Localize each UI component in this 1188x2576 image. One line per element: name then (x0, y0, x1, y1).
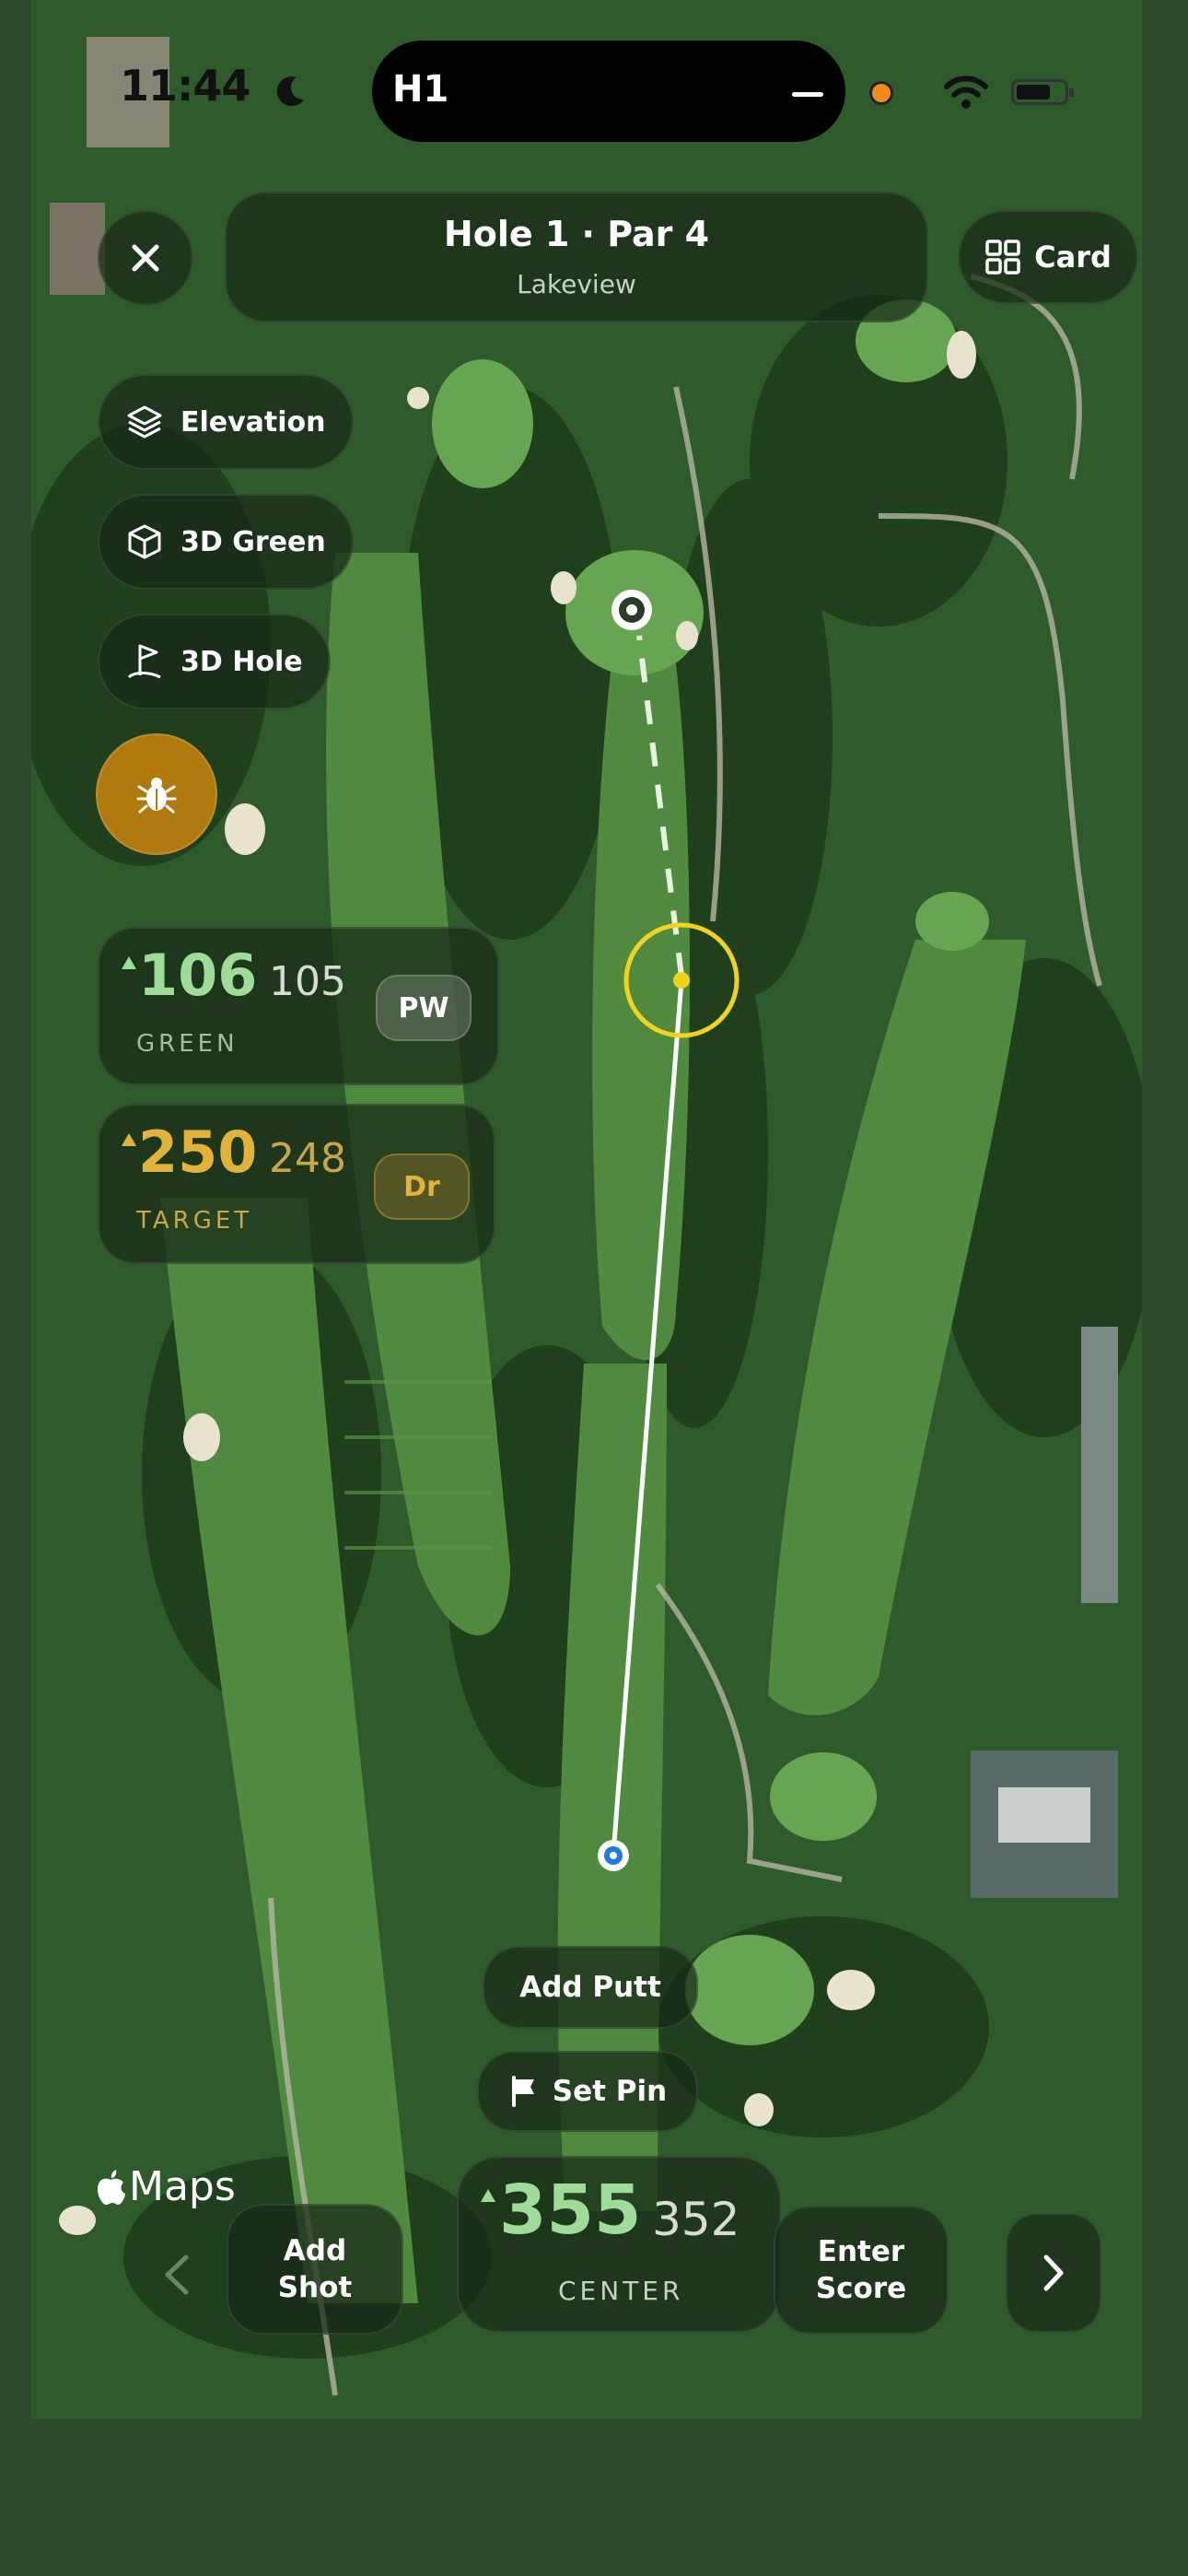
green-distance: 106 (138, 942, 258, 1009)
elevation-up-icon (122, 1133, 136, 1146)
center-label: CENTER (558, 2276, 684, 2306)
flag-outline-icon (127, 644, 161, 679)
island-dash-icon (792, 92, 823, 97)
3d-green-label: 3D Green (181, 525, 326, 558)
center-distance: 355 (499, 2171, 642, 2250)
elevation-button[interactable]: Elevation (98, 374, 354, 470)
next-hole-button[interactable] (1006, 2213, 1101, 2333)
app-screen: 11:44 H1 Hole 1 · Par 4 Lakeview Card El… (31, 0, 1142, 2419)
target-distance: 250 (138, 1118, 258, 1186)
center-adjusted-distance: 352 (652, 2193, 740, 2246)
add-putt-button[interactable]: Add Putt (483, 1946, 698, 2029)
recording-indicator-icon (869, 81, 893, 105)
elevation-up-icon (481, 2189, 495, 2202)
elevation-label: Elevation (181, 405, 326, 439)
wifi-icon (944, 76, 988, 109)
add-shot-button[interactable]: Add Shot (227, 2204, 403, 2335)
3d-hole-button[interactable]: 3D Hole (98, 614, 331, 709)
grid-icon (985, 240, 1020, 275)
target-label: TARGET (136, 1207, 253, 1235)
moon-icon (276, 76, 304, 107)
close-icon (132, 244, 159, 272)
flag-icon (511, 2076, 534, 2107)
elevation-up-icon (122, 956, 136, 969)
maps-attribution: Maps (94, 2163, 236, 2210)
card-button-label: Card (1034, 240, 1112, 275)
status-time: 11:44 (120, 61, 250, 111)
target-adjusted-distance: 248 (269, 1135, 346, 1182)
island-label: H1 (392, 68, 449, 111)
3d-hole-label: 3D Hole (181, 645, 303, 678)
set-pin-button[interactable]: Set Pin (477, 2051, 698, 2132)
maps-label: Maps (129, 2163, 236, 2210)
battery-icon (1011, 79, 1074, 105)
card-button[interactable]: Card (958, 210, 1138, 304)
cube-icon (128, 524, 161, 559)
green-club-button[interactable]: PW (376, 975, 472, 1041)
center-distance-panel: 355 352 CENTER (457, 2156, 781, 2333)
previous-hole-icon[interactable] (160, 2254, 193, 2296)
debug-button[interactable] (96, 733, 217, 855)
player-location-dot (598, 1840, 629, 1871)
chevron-right-icon (1043, 2254, 1064, 2291)
set-pin-label: Set Pin (552, 2075, 668, 2108)
green-adjusted-distance: 105 (269, 958, 346, 1005)
apple-logo-icon (98, 2169, 125, 2205)
target-club-button[interactable]: Dr (374, 1153, 470, 1220)
layers-icon (127, 405, 162, 439)
course-name: Lakeview (517, 269, 636, 299)
pin-marker[interactable] (611, 590, 652, 630)
green-distance-panel: 106 105 GREEN PW (98, 927, 499, 1085)
green-label: GREEN (136, 1030, 239, 1058)
enter-score-button[interactable]: Enter Score (774, 2206, 949, 2335)
bug-icon (136, 778, 177, 814)
3d-green-button[interactable]: 3D Green (98, 494, 354, 590)
close-button[interactable] (98, 210, 193, 306)
hole-info-panel: Hole 1 · Par 4 Lakeview (225, 192, 928, 322)
hole-title: Hole 1 · Par 4 (443, 214, 710, 254)
target-distance-panel: 250 248 TARGET Dr (98, 1104, 495, 1264)
